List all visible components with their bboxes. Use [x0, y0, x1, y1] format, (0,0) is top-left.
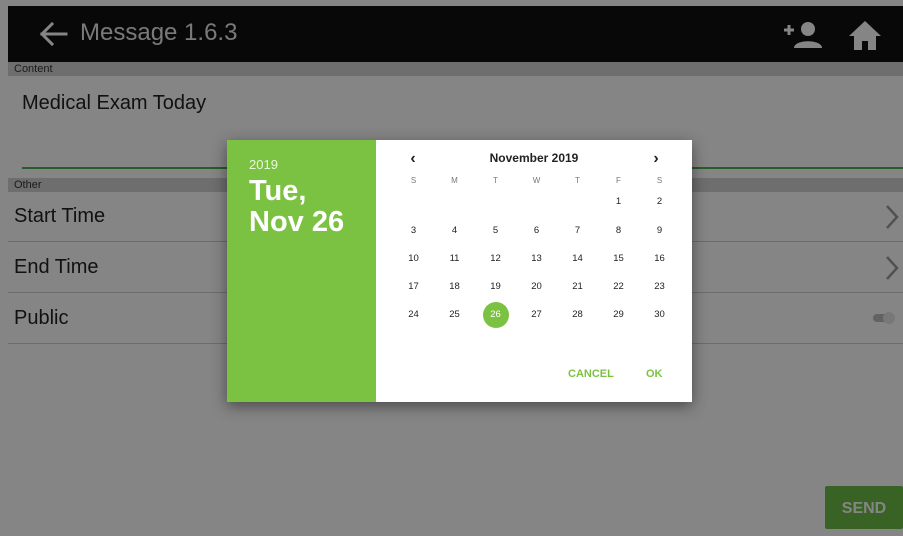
weekday-label: W: [532, 176, 541, 185]
weekday-label: F: [616, 176, 621, 185]
calendar-day[interactable]: 7: [565, 218, 591, 244]
date-picker-header: 2019 Tue, Nov 26: [227, 140, 376, 402]
calendar-day-selected[interactable]: 26: [482, 302, 509, 328]
selected-year[interactable]: 2019: [249, 157, 278, 172]
calendar-day[interactable]: 29: [606, 302, 632, 328]
calendar: November 2019 ‹ › S M T W T F S 12345678…: [376, 140, 692, 402]
calendar-day[interactable]: 6: [524, 218, 550, 244]
calendar-day[interactable]: 1: [606, 189, 632, 215]
calendar-day[interactable]: 14: [565, 246, 591, 272]
calendar-day[interactable]: 2: [647, 189, 673, 215]
calendar-day[interactable]: 17: [401, 274, 427, 300]
previous-month-button[interactable]: ‹: [403, 150, 423, 168]
calendar-day[interactable]: 3: [401, 218, 427, 244]
calendar-day[interactable]: 21: [565, 274, 591, 300]
calendar-day[interactable]: 23: [647, 274, 673, 300]
calendar-day[interactable]: 24: [401, 302, 427, 328]
calendar-day[interactable]: 18: [442, 274, 468, 300]
calendar-day[interactable]: 8: [606, 218, 632, 244]
calendar-day[interactable]: 12: [483, 246, 509, 272]
selected-date: Tue, Nov 26: [249, 175, 345, 238]
calendar-day[interactable]: 9: [647, 218, 673, 244]
calendar-day[interactable]: 22: [606, 274, 632, 300]
weekday-label: M: [451, 176, 458, 185]
ok-button[interactable]: OK: [646, 368, 663, 380]
calendar-day[interactable]: 30: [647, 302, 673, 328]
calendar-day[interactable]: 4: [442, 218, 468, 244]
calendar-day[interactable]: 27: [524, 302, 550, 328]
month-title: November 2019: [489, 151, 579, 165]
weekday-label: S: [410, 176, 417, 185]
calendar-day[interactable]: 25: [442, 302, 468, 328]
calendar-day[interactable]: 15: [606, 246, 632, 272]
weekday-label: S: [656, 176, 663, 185]
calendar-day[interactable]: 19: [483, 274, 509, 300]
next-month-button[interactable]: ›: [646, 150, 666, 168]
date-picker-dialog: 2019 Tue, Nov 26 November 2019 ‹ › S M T…: [227, 140, 692, 402]
calendar-day[interactable]: 20: [524, 274, 550, 300]
calendar-day[interactable]: 28: [565, 302, 591, 328]
cancel-button[interactable]: CANCEL: [568, 368, 614, 380]
weekday-label: T: [493, 176, 498, 185]
calendar-day[interactable]: 16: [647, 246, 673, 272]
calendar-day[interactable]: 11: [442, 246, 468, 272]
calendar-day[interactable]: 10: [401, 246, 427, 272]
weekday-label: T: [575, 176, 580, 185]
calendar-day[interactable]: 13: [524, 246, 550, 272]
calendar-day[interactable]: 5: [483, 218, 509, 244]
